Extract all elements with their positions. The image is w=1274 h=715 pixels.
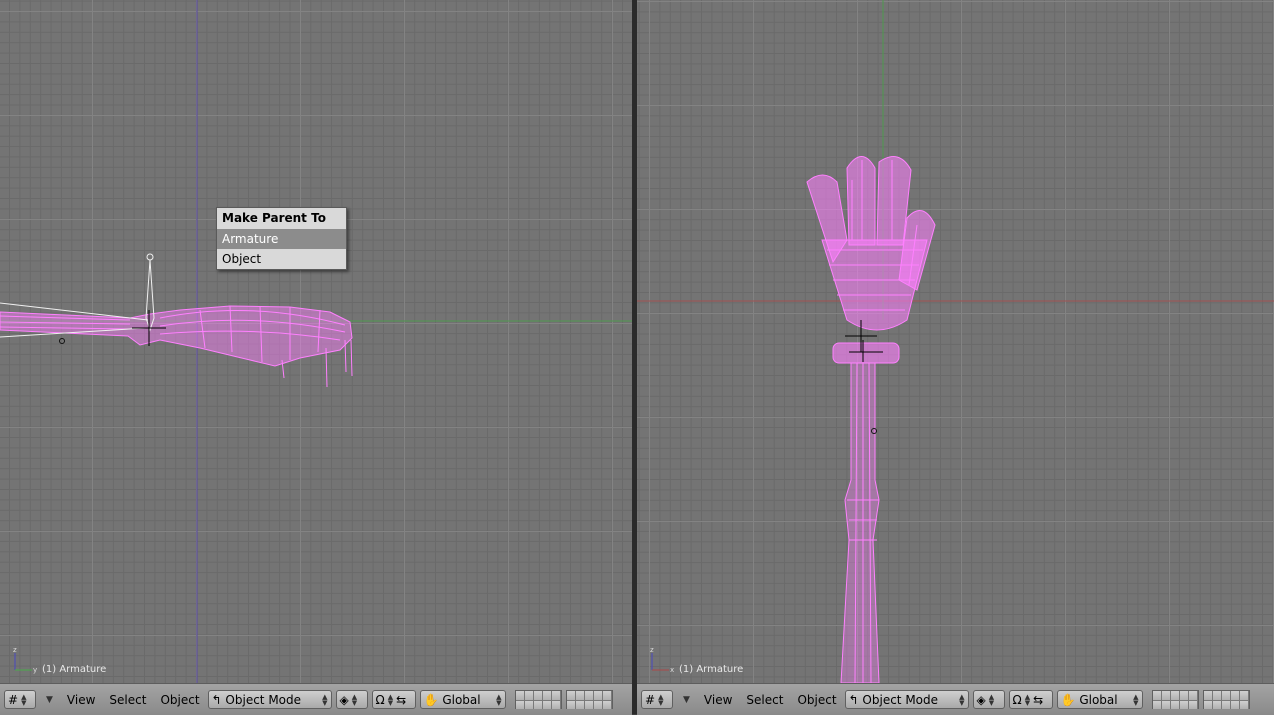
grid-icon: # [645,692,656,707]
layer-buttons[interactable] [1151,690,1199,709]
svg-text:y: y [33,666,37,674]
snap-icon: ⇆ [1033,692,1044,707]
menu-item-armature[interactable]: Armature [217,229,346,249]
draw-type-button[interactable]: ◈ ▲ ▼ [335,690,368,709]
orientation-label: Global [442,692,481,707]
editor-type-button[interactable]: # ▲ ▼ [4,690,36,709]
magnet-icon: Ω [375,692,385,707]
menu-object[interactable]: Object [160,693,199,707]
mode-select[interactable]: ↰ Object Mode ▲ ▼ [844,690,969,709]
magnet-icon: Ω [1012,692,1022,707]
axis-gizmo-icon: z y [13,646,37,674]
menu-title: Make Parent To [222,211,326,225]
viewport-left-scene [0,0,632,683]
mode-label: Object Mode [862,692,939,707]
axis-gizmo-icon: z x [650,646,674,674]
menu-select[interactable]: Select [109,693,146,707]
transform-mode-icon: ↰ [848,692,859,707]
svg-text:x: x [670,666,674,674]
layer-buttons[interactable] [514,690,562,709]
viewport-left[interactable]: z y (1) Armature [0,0,632,683]
shading-icon: ◈ [976,692,986,707]
pivot-button[interactable]: Ω ▲ ▼ ⇆ [371,690,416,709]
layer-buttons-2[interactable] [1202,690,1250,709]
menu-view[interactable]: View [67,693,95,707]
orientation-label: Global [1079,692,1118,707]
svg-text:z: z [650,646,654,654]
menu-object[interactable]: Object [797,693,836,707]
make-parent-menu[interactable]: Make Parent To Armature Object [216,207,347,270]
shading-icon: ◈ [339,692,349,707]
grid-icon: # [8,692,19,707]
viewport-status: (1) Armature [42,664,107,675]
arm-mesh-front [806,156,936,683]
object-origin [59,338,65,344]
mode-select[interactable]: ↰ Object Mode ▲ ▼ [207,690,332,709]
mode-label: Object Mode [225,692,302,707]
transform-mode-icon: ↰ [211,692,222,707]
editor-type-button[interactable]: # ▲ ▼ [641,690,673,709]
orientation-select[interactable]: ✋ Global ▲ ▼ [419,690,506,709]
viewport-header-right: # ▲ ▼ ▼ View Select Object ↰ Object Mode … [637,683,1274,715]
menu-select[interactable]: Select [746,693,783,707]
viewport-right[interactable]: z x (1) Armature [637,0,1274,683]
orientation-select[interactable]: ✋ Global ▲ ▼ [1056,690,1143,709]
viewport-status: (1) Armature [679,664,744,675]
svg-text:z: z [13,646,17,654]
layer-buttons-2[interactable] [565,690,613,709]
hand-icon: ✋ [423,692,439,707]
collapse-menu-icon[interactable]: ▼ [46,695,53,705]
menu-item-object[interactable]: Object [217,249,346,269]
hand-icon: ✋ [1060,692,1076,707]
draw-type-button[interactable]: ◈ ▲ ▼ [972,690,1005,709]
pivot-button[interactable]: Ω ▲ ▼ ⇆ [1008,690,1053,709]
viewport-right-scene [637,0,1274,683]
viewport-header-left: # ▲ ▼ ▼ View Select Object ↰ Object Mode … [0,683,632,715]
snap-icon: ⇆ [396,692,407,707]
arm-mesh-side [0,305,353,388]
collapse-menu-icon[interactable]: ▼ [683,695,690,705]
menu-view[interactable]: View [704,693,732,707]
